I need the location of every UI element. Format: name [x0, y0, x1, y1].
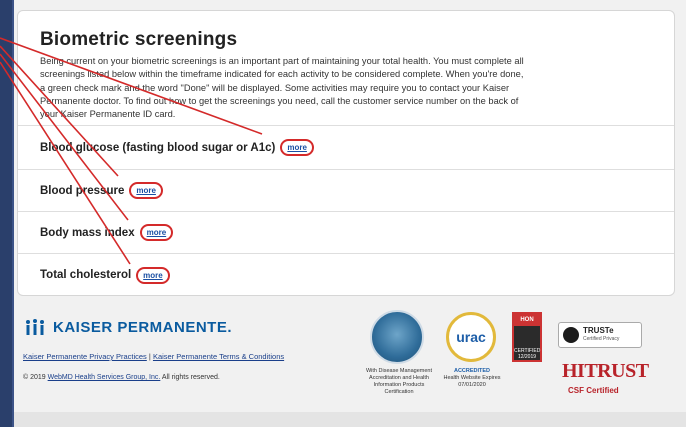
urac-caption-detail: Health Website Expires 07/01/2020: [443, 375, 501, 388]
urac-caption-title: ACCREDITED: [453, 368, 491, 374]
webmd-link[interactable]: WebMD Health Services Group, Inc.: [48, 374, 161, 381]
screening-label: Blood pressure: [40, 184, 125, 197]
truste-logo-icon: [563, 327, 579, 343]
brand-name: KAISER PERMANENTE.: [53, 318, 233, 336]
hon-text: HON: [514, 314, 540, 326]
copyright-prefix: © 2019: [23, 374, 48, 381]
urac-text: urac: [456, 329, 486, 345]
certification-badges: With Disease Management Accreditation an…: [362, 308, 662, 408]
truste-sub: Certified Privacy: [583, 336, 620, 342]
more-link-body-mass-index[interactable]: more: [139, 224, 174, 241]
screening-label: Body mass index: [40, 226, 135, 239]
screening-row-blood-glucose: Blood glucose (fasting blood sugar or A1…: [18, 126, 674, 170]
more-link-blood-pressure[interactable]: more: [129, 182, 163, 199]
hitrust-logo: HITRUST: [562, 360, 649, 382]
screening-description: Being current on your biometric screenin…: [40, 56, 524, 120]
page-footer: KAISER PERMANENTE. Kaiser Permanente Pri…: [17, 300, 675, 410]
screening-list: Blood glucose (fasting blood sugar or A1…: [18, 125, 674, 296]
biometric-screenings-card: Biometric screenings Being current on yo…: [17, 10, 675, 296]
kaiser-permanente-logo: KAISER PERMANENTE.: [23, 318, 232, 336]
privacy-practices-link[interactable]: Kaiser Permanente Privacy Practices: [23, 352, 147, 361]
footer-links: Kaiser Permanente Privacy Practices | Ka…: [23, 352, 284, 361]
kaiser-logo-icon: [26, 319, 44, 335]
ncqa-caption: With Disease Management Accreditation an…: [365, 368, 433, 395]
bottom-bar: [14, 412, 686, 427]
terms-conditions-link[interactable]: Kaiser Permanente Terms & Conditions: [153, 352, 284, 361]
urac-caption: ACCREDITED Health Website Expires 07/01/…: [440, 368, 504, 389]
page-title: Biometric screenings: [40, 29, 238, 50]
copyright-suffix: All rights reserved.: [160, 374, 220, 381]
screening-row-total-cholesterol: Total cholesterol more: [18, 254, 674, 296]
hon-code-badge[interactable]: HON CERTIFIED 12/2019: [512, 312, 542, 362]
truste-title: TRUSTe: [583, 326, 614, 335]
screening-label: Total cholesterol: [40, 269, 132, 281]
truste-badge[interactable]: TRUSTe Certified Privacy: [558, 322, 642, 348]
screening-label: Blood glucose (fasting blood sugar or A1…: [40, 141, 276, 154]
hitrust-sub: CSF Certified: [568, 386, 619, 395]
more-link-total-cholesterol[interactable]: more: [136, 266, 170, 284]
copyright-text: © 2019 WebMD Health Services Group, Inc.…: [23, 374, 220, 381]
screening-row-blood-pressure: Blood pressure more: [18, 170, 674, 212]
ncqa-seal-icon: [370, 310, 424, 364]
hon-caption: CERTIFIED 12/2019: [514, 348, 541, 360]
urac-seal-icon: urac: [446, 312, 496, 362]
more-link-blood-glucose[interactable]: more: [280, 139, 314, 156]
screening-row-body-mass-index: Body mass index more: [18, 212, 674, 254]
